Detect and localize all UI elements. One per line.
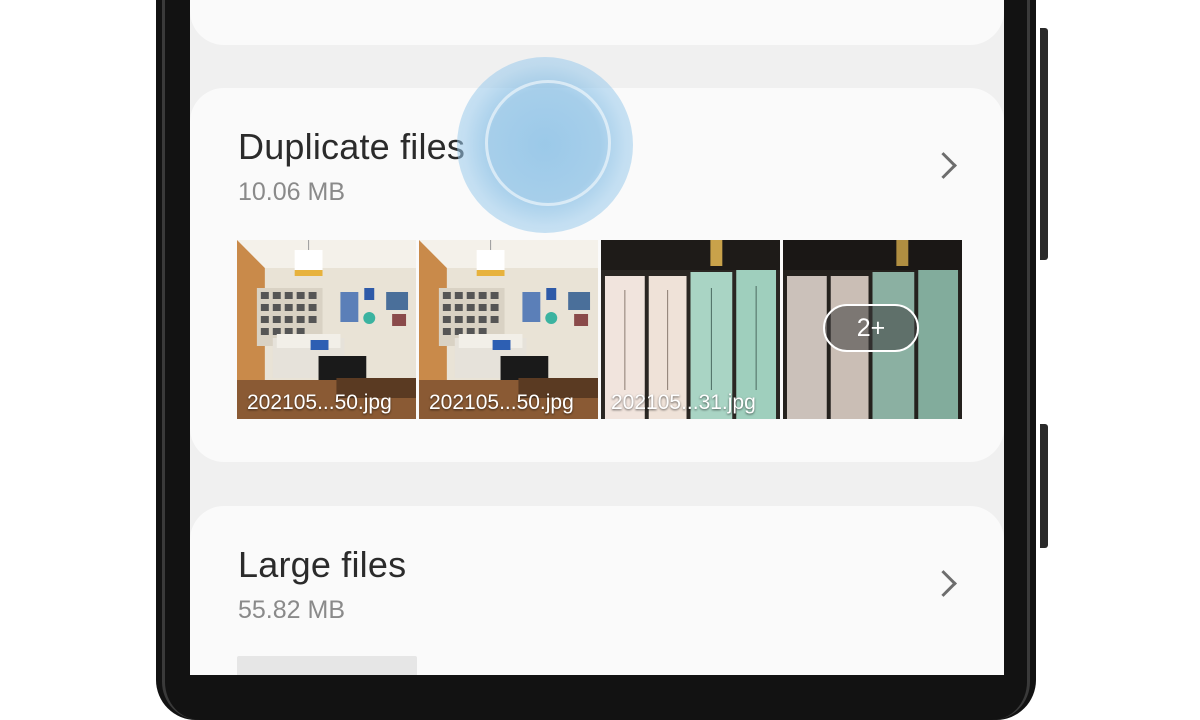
chevron-right-icon[interactable] — [930, 570, 957, 597]
volume-button — [1040, 28, 1048, 260]
thumbnail[interactable]: 202105...50.jpg — [419, 240, 598, 419]
large-files-size: 55.82 MB — [238, 596, 346, 624]
thumbnail-placeholder — [237, 656, 417, 675]
thumbnail-more[interactable]: 2+ — [783, 240, 962, 419]
thumbnail-filename: 202105...50.jpg — [429, 391, 574, 414]
duplicate-files-size: 10.06 MB — [238, 178, 346, 206]
thumbnail-filename: 202105...50.jpg — [247, 391, 392, 414]
thumbnail[interactable]: 202105...50.jpg — [237, 240, 416, 419]
power-button — [1040, 424, 1048, 548]
thumbnail[interactable]: 202105...31.jpg — [601, 240, 780, 419]
duplicate-files-title: Duplicate files — [238, 126, 466, 167]
duplicate-thumbnails: 202105...50.jpg 202105...50.jpg 202105..… — [237, 240, 962, 419]
more-count-badge: 2+ — [823, 304, 919, 352]
large-files-title: Large files — [238, 544, 407, 585]
previous-card — [190, 0, 1004, 45]
large-files-card[interactable]: Large files 55.82 MB — [190, 506, 1004, 675]
storage-screen: Duplicate files 10.06 MB 202105...50.jpg… — [190, 0, 1004, 675]
chevron-right-icon[interactable] — [930, 152, 957, 179]
thumbnail-filename: 202105...31.jpg — [611, 391, 756, 414]
duplicate-files-card[interactable]: Duplicate files 10.06 MB 202105...50.jpg… — [190, 88, 1004, 462]
